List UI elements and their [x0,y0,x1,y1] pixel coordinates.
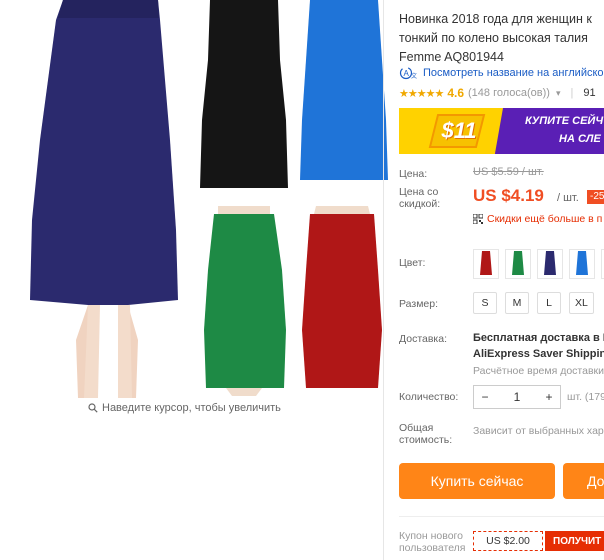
quantity-plus-button[interactable]: + [538,390,560,404]
total-label: Общая стоимость: [399,422,452,446]
product-gallery: Наведите курсор, чтобы увеличить [0,0,388,560]
coupon-amount: US $2.00 [473,531,543,551]
label-line: скидкой: [399,198,441,210]
add-to-cart-button[interactable]: До [563,463,604,499]
label-line: Общая [399,422,434,434]
rating-row: ★★★★★ 4.6 (148 голоса(ов)) ▾ | 91 [399,86,596,100]
label-line: пользователя [399,542,466,554]
shipping-estimate: Расчётное время доставки [473,365,604,377]
size-option-xl[interactable]: XL [569,292,594,314]
get-coupon-button[interactable]: ПОЛУЧИТ [545,531,604,551]
size-label: Размер: [399,298,439,310]
color-swatch-navy[interactable] [537,249,563,279]
label-line: Купон нового [399,530,463,542]
separator: | [570,87,574,99]
translate-icon: A 文 [399,66,417,80]
divider [399,516,604,517]
banner-text: НА СЛЕ [559,133,601,145]
banner-amount: $11 [441,118,477,143]
coupon-label: Купон нового пользователя [399,530,466,554]
shipping-label: Доставка: [399,333,448,345]
color-swatch-green[interactable] [505,249,531,279]
color-label: Цвет: [399,257,426,269]
thumb-green-skirt[interactable] [196,200,292,396]
skirt-icon [576,251,588,275]
shipping-title[interactable]: Бесплатная доставка в R [473,332,604,344]
color-swatch-red[interactable] [473,249,499,279]
buy-now-button[interactable]: Купить сейчас [399,463,555,499]
price-unit: / шт. [557,192,579,204]
size-option-l[interactable]: L [537,292,561,314]
color-options [473,249,604,279]
rating-votes[interactable]: (148 голоса(ов)) [468,87,550,99]
product-title: Новинка 2018 года для женщин к тонкий по… [399,10,604,67]
color-swatch-blue[interactable] [569,249,595,279]
translate-link[interactable]: A 文 Посмотреть название на английско [399,66,604,80]
skirt-icon [512,251,524,275]
qr-code-icon [473,214,483,224]
skirt-icon [480,251,492,275]
magnifier-icon [88,403,98,413]
rating-value: 4.6 [447,86,464,100]
thumb-black-skirt[interactable] [196,0,292,190]
quantity-minus-button[interactable]: − [474,390,496,404]
zoom-hint: Наведите курсор, чтобы увеличить [88,402,281,414]
translate-link-text[interactable]: Посмотреть название на английско [423,67,604,79]
thumb-blue-skirt[interactable] [294,0,390,190]
main-product-image[interactable] [18,0,188,398]
more-discounts-text[interactable]: Скидки ещё больше в п [487,213,602,225]
title-line: Новинка 2018 года для женщин к [399,12,592,26]
svg-text:文: 文 [411,72,417,80]
discount-price-label: Цена со скидкой: [399,186,440,210]
shipping-service[interactable]: AliExpress Saver Shipping [473,348,604,360]
promo-banner[interactable]: $11 КУПИТЕ СЕЙЧ НА СЛЕ [399,108,604,154]
title-line: Femme AQ801944 [399,50,504,64]
size-options: S M L XL [473,292,594,314]
chevron-down-icon[interactable]: ▾ [556,88,561,99]
size-option-s[interactable]: S [473,292,497,314]
discount-badge: -25 [587,190,604,204]
thumb-red-skirt[interactable] [294,200,390,396]
label-line: стоимость: [399,434,453,446]
zoom-hint-text: Наведите курсор, чтобы увеличить [102,402,281,414]
old-price: US $5.59 / шт. [473,166,544,178]
product-info: Новинка 2018 года для женщин к тонкий по… [399,0,604,560]
divider [383,0,384,560]
svg-text:A: A [404,69,410,78]
quantity-label: Количество: [399,391,459,403]
label-line: Цена со [399,186,439,198]
orders-count: 91 [583,87,596,99]
rating-stars-icon: ★★★★★ [399,87,444,100]
quantity-available: шт. (179 [567,391,604,403]
title-line: тонкий по колено высокая талия [399,31,588,45]
banner-text: КУПИТЕ СЕЙЧ [525,115,604,127]
skirt-icon [544,251,556,275]
price-label: Цена: [399,168,428,180]
quantity-stepper: − 1 + [473,385,561,409]
quantity-input[interactable]: 1 [506,390,528,404]
total-value: Зависит от выбранных хар [473,425,604,437]
more-discounts-link[interactable]: Скидки ещё больше в п [473,213,602,225]
sale-price: US $4.19 [473,186,544,205]
size-option-m[interactable]: M [505,292,529,314]
